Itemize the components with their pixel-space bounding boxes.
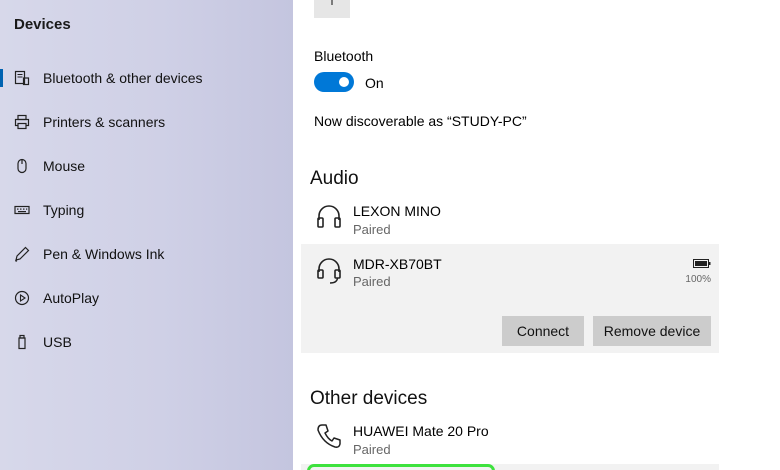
device-status: Paired (353, 274, 391, 289)
connect-button[interactable]: Connect (502, 316, 584, 346)
device-status: Paired (353, 442, 391, 457)
phone-icon (317, 424, 341, 448)
bluetooth-toggle[interactable] (314, 72, 354, 92)
battery-icon (693, 259, 711, 268)
keyboard-icon (13, 201, 31, 219)
add-device-button[interactable] (314, 0, 350, 18)
device-item-lexon[interactable]: LEXON MINO Paired (301, 192, 719, 238)
plus-icon (331, 0, 333, 5)
device-name: HUAWEI Mate 20 Pro (353, 423, 489, 439)
sidebar-item-typing[interactable]: Typing (0, 190, 293, 230)
headset-icon (317, 258, 341, 284)
sidebar-item-printers[interactable]: Printers & scanners (0, 102, 293, 142)
sidebar-title: Devices (14, 16, 71, 33)
other-devices-heading: Other devices (310, 388, 428, 409)
bluetooth-state: On (365, 75, 384, 91)
sidebar-item-label: Printers & scanners (43, 114, 166, 130)
sidebar-item-label: Bluetooth & other devices (43, 70, 203, 86)
sidebar-item-bluetooth[interactable]: Bluetooth & other devices (0, 58, 293, 98)
device-name: MDR-XB70BT (353, 256, 442, 272)
remove-device-button[interactable]: Remove device (593, 316, 711, 346)
pen-icon (13, 245, 31, 263)
usb-icon (13, 333, 31, 351)
highlight-annotation (307, 464, 495, 470)
discoverable-text: Now discoverable as “STUDY-PC” (314, 113, 527, 129)
headphones-icon (317, 205, 341, 228)
sidebar-item-autoplay[interactable]: AutoPlay (0, 278, 293, 318)
bluetooth-devices-icon (13, 69, 31, 87)
mouse-icon (13, 157, 31, 175)
sidebar-item-pen[interactable]: Pen & Windows Ink (0, 234, 293, 274)
main-content: Bluetooth On Now discoverable as “STUDY-… (293, 0, 780, 470)
audio-heading: Audio (310, 168, 359, 189)
sidebar-item-label: USB (43, 334, 72, 350)
sidebar-item-usb[interactable]: USB (0, 322, 293, 362)
autoplay-icon (13, 289, 31, 307)
sidebar-item-mouse[interactable]: Mouse (0, 146, 293, 186)
battery-level: 100% (685, 274, 711, 285)
sidebar-item-label: AutoPlay (43, 290, 100, 306)
sidebar: Devices Bluetooth & other devices Printe… (0, 0, 293, 470)
device-status: Paired (353, 222, 391, 237)
device-item-huawei[interactable]: HUAWEI Mate 20 Pro Paired (301, 412, 719, 458)
active-indicator (0, 69, 3, 87)
bluetooth-label: Bluetooth (314, 48, 374, 64)
device-name: LEXON MINO (353, 203, 441, 219)
device-item-mdr[interactable]: MDR-XB70BT Paired 100% Connect Remove de… (301, 244, 719, 353)
printer-icon (13, 113, 31, 131)
sidebar-item-label: Typing (43, 202, 85, 218)
sidebar-item-label: Mouse (43, 158, 86, 174)
sidebar-item-label: Pen & Windows Ink (43, 246, 165, 262)
toggle-knob (339, 77, 349, 87)
settings-window: Devices Bluetooth & other devices Printe… (0, 0, 780, 470)
